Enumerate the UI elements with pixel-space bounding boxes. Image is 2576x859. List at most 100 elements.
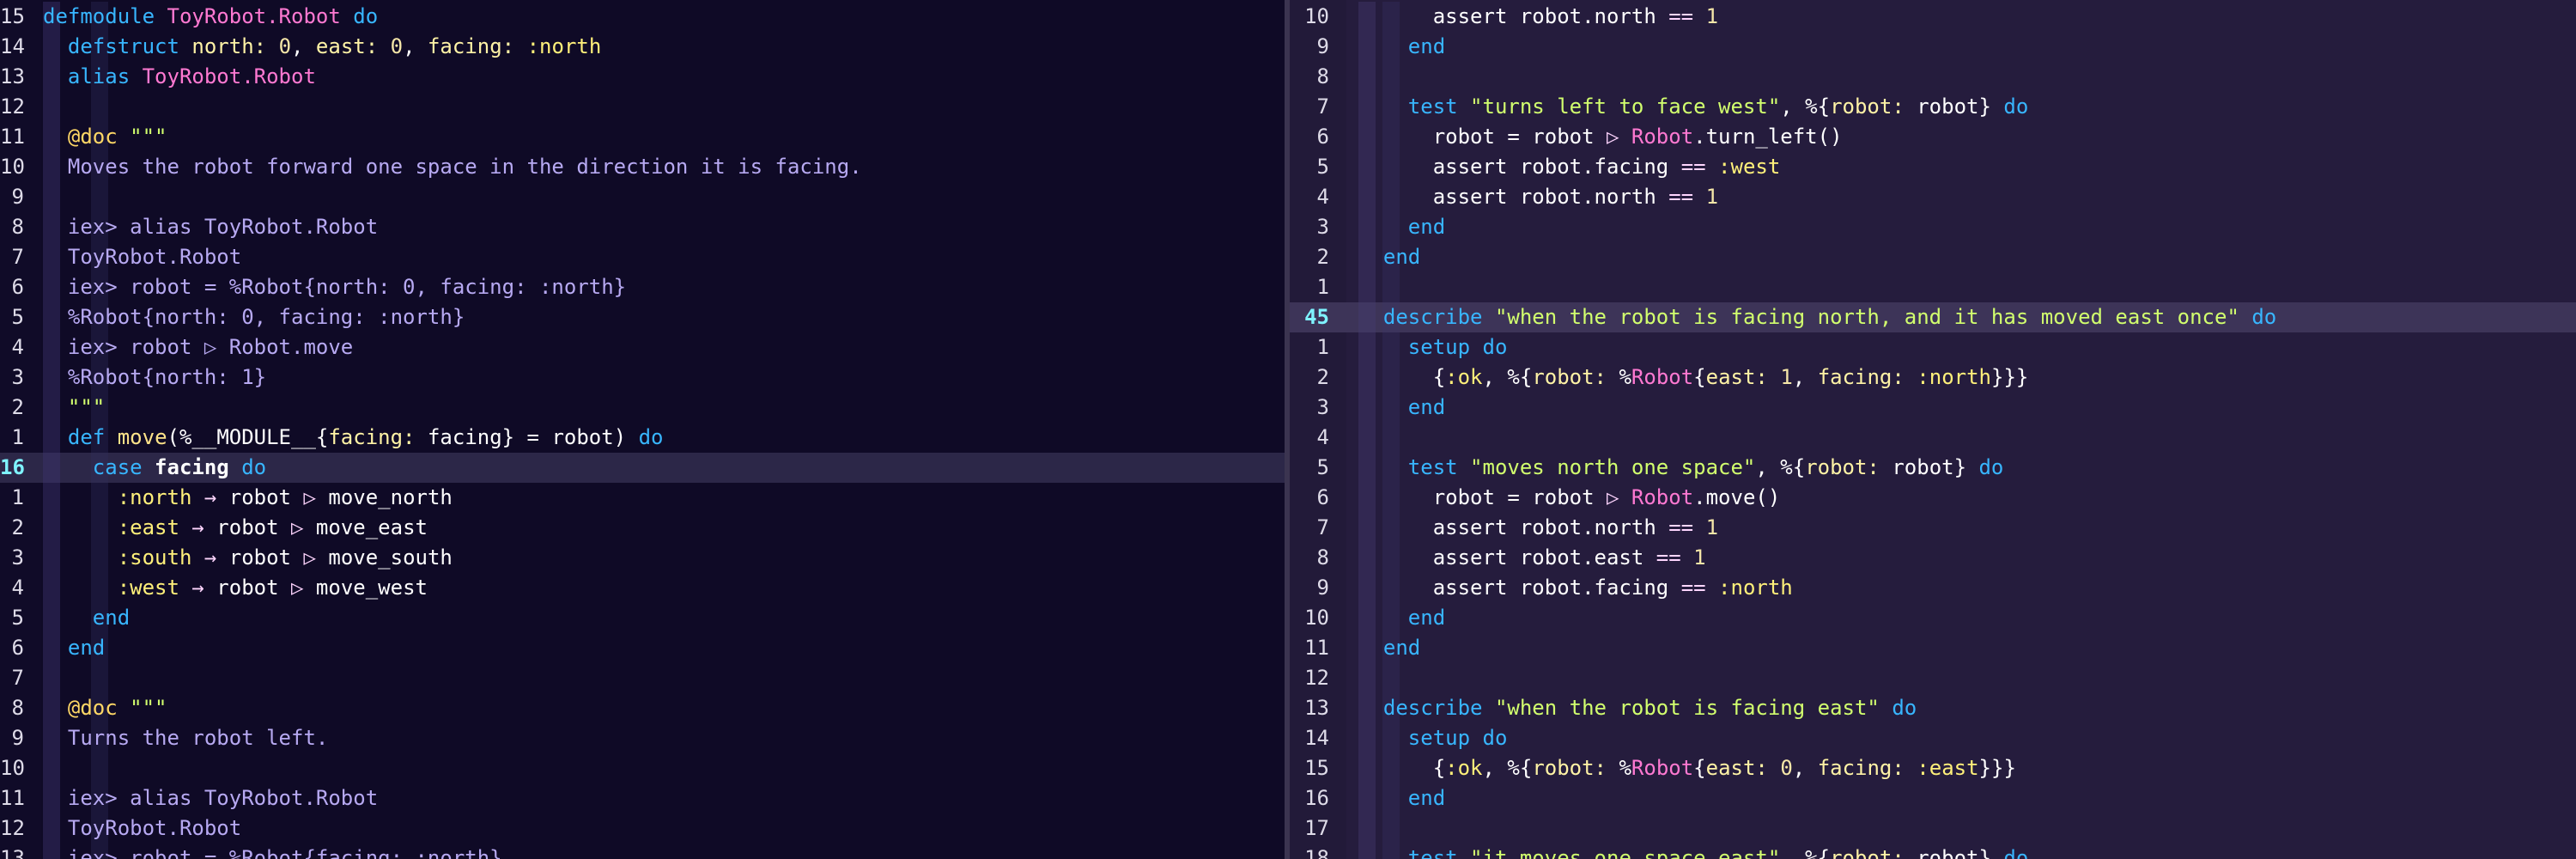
line-number: 12 bbox=[0, 94, 25, 119]
code-token: test bbox=[1407, 846, 1458, 859]
code-line[interactable]: 17 bbox=[1290, 813, 2576, 844]
code-line[interactable]: 5 assert robot.facing == :west bbox=[1290, 152, 2576, 182]
code-token: { bbox=[1358, 756, 1446, 780]
code-token: do bbox=[2003, 94, 2029, 119]
code-line[interactable]: 12 ToyRobot.Robot bbox=[0, 813, 1285, 844]
code-line[interactable]: 5 test "moves north one space", %{robot:… bbox=[1290, 453, 2576, 483]
code-line[interactable]: 8 assert robot.east == 1 bbox=[1290, 543, 2576, 573]
code-line[interactable]: 14 defstruct north: 0, east: 0, facing: … bbox=[0, 32, 1285, 62]
line-number: 10 bbox=[0, 756, 25, 780]
code-line[interactable]: 2 {:ok, %{robot: %Robot{east: 1, facing:… bbox=[1290, 362, 2576, 393]
code-token: robot = robot bbox=[1358, 485, 1607, 509]
code-token: :east bbox=[117, 515, 179, 539]
code-line[interactable]: 11 end bbox=[1290, 633, 2576, 663]
code-line[interactable]: 3 :south → robot ▷ move_south bbox=[0, 543, 1285, 573]
code-line[interactable]: 8 iex> alias ToyRobot.Robot bbox=[0, 212, 1285, 242]
code-line[interactable]: 5 %Robot{north: 0, facing: :north} bbox=[0, 302, 1285, 332]
line-number: 11 bbox=[0, 125, 25, 149]
code-line[interactable]: 9 bbox=[0, 182, 1285, 212]
code-line[interactable]: 7 ToyRobot.Robot bbox=[0, 242, 1285, 272]
code-line[interactable]: 8 bbox=[1290, 62, 2576, 92]
line-number: 9 bbox=[1316, 34, 1329, 58]
code-line-current[interactable]: 16 case facing do bbox=[0, 453, 1285, 483]
code-line[interactable]: 7 bbox=[0, 663, 1285, 693]
line-number: 6 bbox=[11, 636, 24, 660]
code-line[interactable]: 5 end bbox=[0, 603, 1285, 633]
code-line[interactable]: 1 :north → robot ▷ move_north bbox=[0, 483, 1285, 513]
code-token: robot bbox=[216, 485, 304, 509]
code-line[interactable]: 15 {:ok, %{robot: %Robot{east: 0, facing… bbox=[1290, 753, 2576, 783]
code-line[interactable]: 3 %Robot{north: 1} bbox=[0, 362, 1285, 393]
code-line[interactable]: 4 :west → robot ▷ move_west bbox=[0, 573, 1285, 603]
code-line[interactable]: 2 """ bbox=[0, 393, 1285, 423]
code-line[interactable]: 10 Moves the robot forward one space in … bbox=[0, 152, 1285, 182]
code-line[interactable]: 4 iex> robot ▷ Robot.move bbox=[0, 332, 1285, 362]
line-number: 3 bbox=[11, 365, 24, 389]
code-line[interactable]: 12 bbox=[1290, 663, 2576, 693]
indent-guide bbox=[1382, 272, 1400, 302]
code-line[interactable]: 4 assert robot.north == 1 bbox=[1290, 182, 2576, 212]
code-line[interactable]: 13 iex> robot = %Robot{facing: :north} bbox=[0, 844, 1285, 859]
code-lines[interactable]: 15 defmodule ToyRobot.Robot do 14 defstruc… bbox=[0, 2, 1285, 859]
code-line[interactable]: 1 bbox=[1290, 272, 2576, 302]
code-line[interactable]: 6 end bbox=[0, 633, 1285, 663]
code-line[interactable]: 6 iex> robot = %Robot{north: 0, facing: … bbox=[0, 272, 1285, 302]
code-token: move_west bbox=[303, 576, 428, 600]
code-line[interactable]: 9 Turns the robot left. bbox=[0, 723, 1285, 753]
editor-pane-right[interactable]: 10 assert robot.north == 19 end 8 7 test "… bbox=[1290, 0, 2576, 859]
code-token: robot: bbox=[1532, 756, 1607, 780]
code-line[interactable]: 3 end bbox=[1290, 212, 2576, 242]
code-line[interactable]: 9 end bbox=[1290, 32, 2576, 62]
code-token: 1 bbox=[1705, 515, 1719, 539]
code-line[interactable]: 10 end bbox=[1290, 603, 2576, 633]
code-line[interactable]: 1 def move(%__MODULE__{facing: facing} =… bbox=[0, 423, 1285, 453]
code-line[interactable]: 7 test "turns left to face west", %{robo… bbox=[1290, 92, 2576, 122]
editor-pane-left[interactable]: 15 defmodule ToyRobot.Robot do 14 defstruc… bbox=[0, 0, 1285, 859]
code-line[interactable]: 16 end bbox=[1290, 783, 2576, 813]
code-line[interactable]: 10 bbox=[0, 753, 1285, 783]
code-line[interactable]: 18 test "it moves one space east", %{rob… bbox=[1290, 844, 2576, 859]
code-token: do bbox=[1482, 335, 1508, 359]
line-number: 1 bbox=[1316, 275, 1329, 299]
code-line[interactable]: 7 assert robot.north == 1 bbox=[1290, 513, 2576, 543]
code-line[interactable]: 12 bbox=[0, 92, 1285, 122]
code-line[interactable]: 10 assert robot.north == 1 bbox=[1290, 2, 2576, 32]
code-line[interactable]: 11 iex> alias ToyRobot.Robot bbox=[0, 783, 1285, 813]
line-number: 12 bbox=[0, 816, 25, 840]
code-token: == bbox=[1680, 155, 1706, 179]
indent-guide bbox=[1358, 663, 1376, 693]
code-token: facing bbox=[155, 455, 229, 479]
code-line-current[interactable]: 45 describe "when the robot is facing no… bbox=[1290, 302, 2576, 332]
code-token: move bbox=[117, 425, 167, 449]
code-token: Robot bbox=[1631, 125, 1694, 149]
code-token: case bbox=[92, 455, 143, 479]
code-line[interactable]: 14 setup do bbox=[1290, 723, 2576, 753]
line-number: 12 bbox=[1304, 666, 1329, 690]
line-number: 1 bbox=[11, 485, 24, 509]
code-line[interactable]: 15 defmodule ToyRobot.Robot do bbox=[0, 2, 1285, 32]
code-line[interactable]: 9 assert robot.facing == :north bbox=[1290, 573, 2576, 603]
code-token: ▷ bbox=[291, 515, 304, 539]
code-lines[interactable]: 10 assert robot.north == 19 end 8 7 test "… bbox=[1290, 2, 2576, 859]
code-line[interactable]: 13 alias ToyRobot.Robot bbox=[0, 62, 1285, 92]
code-token: facing: bbox=[427, 34, 515, 58]
code-line[interactable]: 3 end bbox=[1290, 393, 2576, 423]
code-line[interactable]: 11 @doc """ bbox=[0, 122, 1285, 152]
code-line[interactable]: 6 robot = robot ▷ Robot.turn_left() bbox=[1290, 122, 2576, 152]
code-text: end bbox=[43, 603, 130, 633]
code-line[interactable]: 6 robot = robot ▷ Robot.move() bbox=[1290, 483, 2576, 513]
code-line[interactable]: 2 end bbox=[1290, 242, 2576, 272]
code-token: Robot bbox=[1631, 485, 1694, 509]
code-line[interactable]: 2 :east → robot ▷ move_east bbox=[0, 513, 1285, 543]
code-line[interactable]: 4 bbox=[1290, 423, 2576, 453]
code-line[interactable]: 8 @doc """ bbox=[0, 693, 1285, 723]
code-line[interactable]: 13 describe "when the robot is facing ea… bbox=[1290, 693, 2576, 723]
code-line[interactable]: 1 setup do bbox=[1290, 332, 2576, 362]
